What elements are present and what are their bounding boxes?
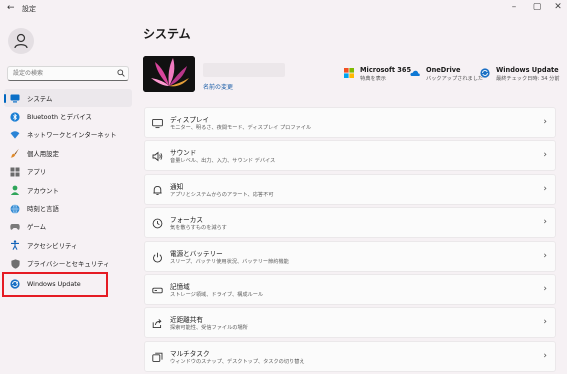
search-input[interactable] xyxy=(11,68,117,79)
chevron-right-icon: › xyxy=(543,317,547,328)
settings-card-display[interactable]: ディスプレイ モニター、明るさ、夜間モード、ディスプレイ プロファイル › xyxy=(144,107,556,138)
sidebar-item-personalization[interactable]: 個人用設定 xyxy=(4,144,132,162)
search-icon xyxy=(117,69,125,77)
storage-icon xyxy=(152,287,163,294)
sidebar-item-system[interactable]: システム xyxy=(4,89,132,108)
bluetooth-icon xyxy=(10,111,20,122)
card-title: マルチタスク xyxy=(170,349,210,358)
sidebar-item-label: プライバシーとセキュリティ xyxy=(27,260,110,269)
game-controller-icon xyxy=(10,222,20,232)
card-subtitle: ストレージ領域、ドライブ、構成ルール xyxy=(170,291,264,298)
chevron-right-icon: › xyxy=(543,250,547,261)
card-title: フォーカス xyxy=(170,216,203,225)
card-subtitle: ウィンドウのスナップ、デスクトップ、タスクの切り替え xyxy=(170,358,305,365)
power-icon xyxy=(153,252,162,263)
bell-icon xyxy=(153,185,162,195)
sidebar-item-accounts[interactable]: アカウント xyxy=(4,181,132,199)
title-bar: ← 設定 – ▢ ✕ xyxy=(0,0,567,18)
card-subtitle: 探索可能性、受信ファイルの場所 xyxy=(170,325,248,332)
chevron-right-icon: › xyxy=(543,117,547,127)
windows-update-icon xyxy=(480,68,490,78)
sidebar-item-bluetooth[interactable]: Bluetooth とデバイス xyxy=(4,107,132,125)
settings-list: ディスプレイ モニター、明るさ、夜間モード、ディスプレイ プロファイル › サウ… xyxy=(144,107,556,374)
settings-card-notifications[interactable]: 通知 アプリとシステムからのアラート、応答不可 › xyxy=(144,173,556,205)
card-title: 記憶域 xyxy=(170,282,190,291)
sidebar-item-label: 個人用設定 xyxy=(27,149,59,158)
minimize-button[interactable]: – xyxy=(507,2,521,12)
focus-icon xyxy=(152,218,163,229)
sidebar-item-label: システム xyxy=(27,94,53,103)
sidebar-item-label: ゲーム xyxy=(27,223,46,232)
chevron-right-icon: › xyxy=(543,183,547,194)
highlight-box xyxy=(2,272,108,297)
account-icon xyxy=(10,185,20,196)
active-indicator xyxy=(4,94,6,103)
settings-card-nearby-sharing[interactable]: 近距離共有 探索可能性、受信ファイルの場所 › xyxy=(144,307,556,339)
card-subtitle: アプリとシステムからのアラート、応答不可 xyxy=(170,191,274,198)
device-wallpaper-thumbnail xyxy=(143,56,195,92)
user-icon xyxy=(14,33,28,49)
sidebar-item-privacy[interactable]: プライバシーとセキュリティ xyxy=(4,255,132,273)
sidebar-item-label: Bluetooth とデバイス xyxy=(27,113,92,122)
chevron-right-icon: › xyxy=(543,150,547,161)
card-title: 通知 xyxy=(170,182,184,191)
microsoft365-icon xyxy=(344,68,354,78)
card-subtitle: スリープ、バッテリ使用状況、バッテリー節約機能 xyxy=(170,258,289,265)
sidebar-item-label: 時刻と言語 xyxy=(27,205,59,214)
wifi-icon xyxy=(10,130,20,140)
card-title: 電源とバッテリー xyxy=(170,249,223,258)
share-icon xyxy=(152,319,162,329)
card-subtitle: モニター、明るさ、夜間モード、ディスプレイ プロファイル xyxy=(170,125,312,131)
page-title: システム xyxy=(143,27,191,41)
card-title: サウンド xyxy=(170,149,197,158)
shield-icon xyxy=(10,259,20,269)
card-subtitle: 音量レベル、出力、入力、サウンド デバイス xyxy=(170,158,276,165)
accessibility-icon xyxy=(10,240,20,251)
sidebar-nav: システム Bluetooth とデバイス ネットワークとインターネット 個人用設… xyxy=(4,89,132,295)
back-arrow-icon[interactable]: ← xyxy=(7,3,15,13)
sidebar-item-apps[interactable]: アプリ xyxy=(4,163,132,181)
sidebar-item-time-language[interactable]: 時刻と言語 xyxy=(4,199,132,217)
multitask-icon xyxy=(152,352,163,362)
tile-subtitle: 特典を表示 xyxy=(360,76,386,82)
sidebar-item-label: アクセシビリティ xyxy=(27,241,78,250)
tile-name: Windows Update xyxy=(496,66,559,74)
tile-name: Microsoft 365 xyxy=(360,66,412,74)
globe-clock-icon xyxy=(10,203,20,214)
device-name-redacted xyxy=(203,63,285,77)
system-monitor-icon xyxy=(10,93,20,103)
chevron-right-icon: › xyxy=(543,350,547,361)
window-title: 設定 xyxy=(22,5,36,13)
tile-name: OneDrive xyxy=(426,66,461,74)
search-box xyxy=(7,66,129,81)
chevron-right-icon: › xyxy=(543,217,547,228)
tile-subtitle: バックアップされました xyxy=(426,76,484,82)
avatar[interactable] xyxy=(8,28,34,54)
sidebar-item-accessibility[interactable]: アクセシビリティ xyxy=(4,236,132,254)
sidebar-item-label: ネットワークとインターネット xyxy=(27,131,117,140)
onedrive-icon xyxy=(410,70,420,76)
settings-card-sound[interactable]: サウンド 音量レベル、出力、入力、サウンド デバイス › xyxy=(144,140,556,172)
card-title: 近距離共有 xyxy=(170,316,203,325)
paintbrush-icon xyxy=(10,148,20,158)
sidebar-item-gaming[interactable]: ゲーム xyxy=(4,218,132,236)
settings-card-power[interactable]: 電源とバッテリー スリープ、バッテリ使用状況、バッテリー節約機能 › xyxy=(144,240,556,272)
maximize-button[interactable]: ▢ xyxy=(530,2,544,12)
tile-subtitle: 最終チェック日時: 34 分前 xyxy=(496,76,560,82)
chevron-right-icon: › xyxy=(543,283,547,294)
settings-card-storage[interactable]: 記憶域 ストレージ領域、ドライブ、構成ルール › xyxy=(144,273,556,305)
sound-icon xyxy=(152,152,163,162)
display-icon xyxy=(152,118,163,129)
settings-card-focus[interactable]: フォーカス 気を散らすものを減らす › xyxy=(144,207,556,239)
card-subtitle: 気を散らすものを減らす xyxy=(170,225,227,232)
sidebar-item-label: アカウント xyxy=(27,186,59,195)
close-button[interactable]: ✕ xyxy=(551,2,565,12)
sidebar-item-network[interactable]: ネットワークとインターネット xyxy=(4,126,132,144)
settings-card-multitasking[interactable]: マルチタスク ウィンドウのスナップ、デスクトップ、タスクの切り替え › xyxy=(144,340,556,372)
sidebar-item-label: アプリ xyxy=(27,168,47,177)
rename-link[interactable]: 名前の変更 xyxy=(203,82,233,91)
card-title: ディスプレイ xyxy=(170,116,210,124)
apps-icon xyxy=(10,167,20,177)
